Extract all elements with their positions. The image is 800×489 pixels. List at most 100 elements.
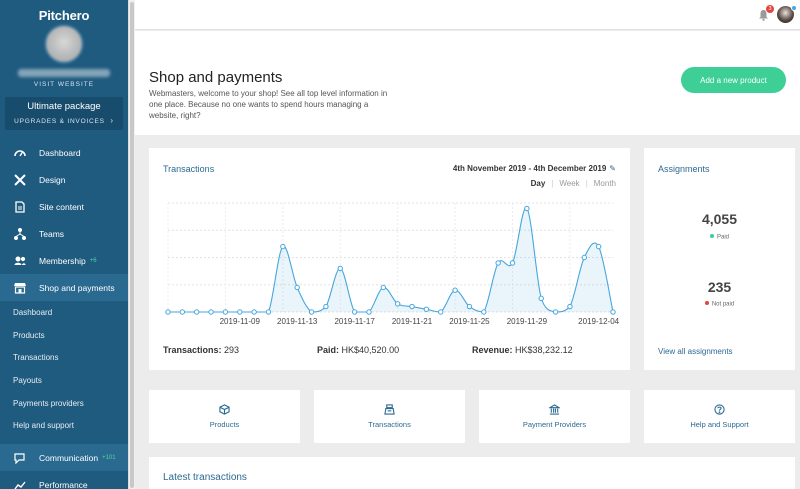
data-point	[294, 284, 300, 291]
transactions-chart: 2019-11-09 2019-11-13 2019-11-17 2019-11-21…	[163, 195, 620, 330]
topbar: 3	[135, 0, 800, 30]
assignments-title: Assignments	[658, 164, 710, 174]
tools-icon	[13, 173, 26, 186]
data-point	[495, 260, 501, 266]
data-point	[466, 303, 473, 310]
not-paid-dot	[704, 301, 709, 305]
quick-link-help-and-support[interactable]: Help and Support	[644, 390, 795, 443]
sidebar-item-site-content[interactable]: Site content	[0, 193, 128, 220]
notification-count-badge: 3	[766, 5, 774, 13]
transactions-title: Transactions	[163, 164, 215, 174]
page-header: Shop and payments Webmasters, welcome to…	[135, 31, 800, 135]
tab-month[interactable]: Month	[594, 179, 616, 188]
date-range[interactable]: 4th November 2019 - 4th December 2019 ✎	[453, 164, 616, 173]
data-point	[351, 309, 358, 315]
sidebar-item-performance[interactable]: Performance	[0, 471, 128, 489]
chart-svg: 2019-11-09 2019-11-13 2019-11-17 2019-11-21…	[165, 202, 620, 326]
speedometer-icon	[13, 146, 26, 159]
x-tick-label: 2019-11-17	[334, 317, 375, 326]
data-point	[265, 309, 272, 315]
stat-transactions: Transactions: 293	[163, 345, 240, 355]
add-product-button[interactable]: Add a new product	[681, 67, 786, 93]
sidebar-item-membership[interactable]: Membership +6	[0, 247, 128, 274]
chart-area	[168, 207, 613, 312]
chat-icon	[13, 451, 26, 464]
quick-link-payment-providers[interactable]: Payment Providers	[479, 390, 630, 443]
sidebar-scrollbar[interactable]	[128, 0, 135, 489]
sidebar-item-teams[interactable]: Teams	[0, 220, 128, 247]
tab-week[interactable]: Week	[559, 179, 579, 188]
tab-day[interactable]: Day	[531, 179, 546, 188]
club-avatar[interactable]	[44, 24, 84, 64]
sidebar-item-design[interactable]: Design	[0, 166, 128, 193]
range-tabs: Day | Week | Month	[530, 179, 616, 188]
quick-link-products[interactable]: Products	[149, 390, 300, 443]
paid-dot	[709, 234, 714, 238]
subnav-item-payouts[interactable]: Payouts	[0, 369, 128, 392]
shop-subnav: Dashboard Products Transactions Payouts …	[0, 301, 128, 438]
brand-name: Pitchero	[38, 8, 90, 23]
online-status-dot	[791, 5, 797, 11]
subnav-item-transactions[interactable]: Transactions	[0, 346, 128, 369]
latest-transactions-card: Latest transactions	[149, 457, 795, 489]
scrollbar-thumb[interactable]	[130, 2, 134, 488]
data-point	[595, 243, 602, 250]
page-title: Shop and payments	[149, 69, 283, 86]
page-description: Webmasters, welcome to your shop! See al…	[149, 89, 388, 120]
subnav-item-dashboard[interactable]: Dashboard	[0, 301, 128, 324]
data-point	[423, 306, 430, 312]
paid-label: Paid	[644, 234, 795, 241]
pencil-icon[interactable]: ✎	[609, 164, 616, 173]
sidebar-item-shop-and-payments[interactable]: Shop and payments	[0, 274, 128, 301]
sidebar-item-dashboard[interactable]: Dashboard	[0, 139, 128, 166]
x-tick-label: 2019-11-21	[392, 317, 433, 326]
paid-count: 4,055	[701, 211, 738, 227]
hierarchy-icon	[13, 227, 26, 240]
latest-transactions-title: Latest transactions	[163, 472, 247, 483]
data-point	[165, 309, 171, 315]
package-box[interactable]: Ultimate package UPGRADES & INVOICES ›	[5, 97, 123, 130]
trend-icon	[13, 478, 26, 489]
membership-badge: +6	[89, 257, 97, 264]
subnav-item-payments-providers[interactable]: Payments providers	[0, 392, 128, 415]
subnav-item-help-and-support[interactable]: Help and support	[0, 414, 128, 437]
sidebar-item-label: Performance	[39, 479, 88, 489]
package-subtitle: UPGRADES & INVOICES ›	[14, 116, 114, 125]
visit-website-link[interactable]: VISIT WEBSITE	[0, 81, 128, 88]
subnav-item-products[interactable]: Products	[0, 324, 128, 347]
box-icon	[219, 404, 230, 415]
data-point	[179, 309, 186, 315]
brand-logo[interactable]: Pitchero	[0, 8, 128, 23]
sidebar-item-label: Teams	[39, 228, 65, 239]
data-point	[337, 265, 343, 272]
data-point	[538, 295, 544, 302]
sidebar-nav: Dashboard Design Site content Teams Memb…	[0, 139, 128, 438]
data-point	[380, 284, 387, 291]
data-point	[222, 309, 229, 315]
quick-link-transactions[interactable]: Transactions	[314, 390, 465, 443]
help-icon	[714, 404, 725, 415]
sidebar-item-label: Design	[39, 174, 66, 185]
data-point	[481, 309, 487, 315]
data-point	[610, 309, 616, 315]
data-point	[323, 303, 329, 310]
sidebar-item-label: Communication	[39, 452, 99, 463]
quick-link-label: Transactions	[368, 420, 411, 429]
data-point	[552, 309, 559, 315]
data-point	[524, 205, 530, 212]
data-point	[251, 309, 257, 315]
quick-link-label: Help and Support	[690, 420, 749, 429]
stat-paid: Paid: HK$40,520.00	[317, 345, 400, 355]
x-tick-label: 2019-11-25	[449, 317, 490, 326]
data-point	[280, 243, 286, 250]
view-all-assignments-link[interactable]: View all assignments	[658, 347, 733, 356]
data-point	[394, 301, 401, 307]
bank-icon	[547, 404, 562, 415]
x-tick-label: 2019-11-09	[220, 317, 261, 326]
package-title: Ultimate package	[27, 101, 101, 112]
transactions-card: Transactions 4th November 2019 - 4th Dec…	[149, 148, 630, 370]
data-point	[366, 309, 372, 315]
sidebar-item-communication[interactable]: Communication +101	[0, 444, 128, 471]
data-point	[452, 287, 458, 293]
data-point	[438, 309, 444, 315]
